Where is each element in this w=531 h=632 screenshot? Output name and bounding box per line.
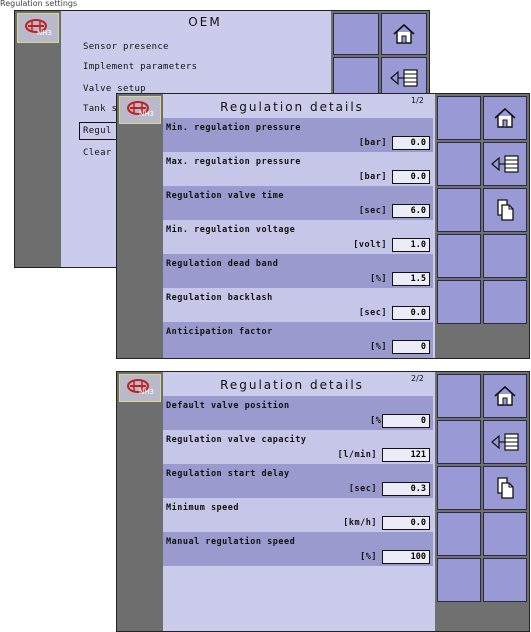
- value-field[interactable]: 100: [382, 550, 430, 564]
- menu-item-implement-parameters[interactable]: Implement parameters: [83, 62, 197, 72]
- page2-prev-page-button[interactable]: [483, 466, 527, 510]
- menu-item-sensor-presence[interactable]: Sensor presence: [83, 42, 169, 52]
- value-field[interactable]: 0.3: [382, 482, 430, 496]
- back-list-icon: [491, 433, 519, 451]
- home-icon: [494, 385, 516, 406]
- page1-back-button[interactable]: [483, 142, 527, 186]
- setting-row-regulation-start-delay[interactable]: Regulation start delay [sec] 0.3: [163, 464, 433, 498]
- page2-blank-button-7[interactable]: [483, 558, 527, 602]
- back-list-icon: [491, 155, 519, 173]
- logo-label: NH3: [139, 388, 154, 396]
- page1-left-bar: [117, 94, 163, 358]
- menu-item-tank[interactable]: Tank s: [83, 104, 117, 114]
- page1-blank-button-4[interactable]: [437, 234, 481, 278]
- page2-blank-button-1[interactable]: [437, 374, 481, 418]
- page1-blank-button-2[interactable]: [437, 142, 481, 186]
- oem-title: OEM: [188, 15, 222, 29]
- regulation-details-page-1: NH3 Regulation details 1/2 Min. regulati…: [116, 93, 530, 359]
- oem-blank-button-1[interactable]: [333, 13, 379, 55]
- value-field[interactable]: 0: [382, 414, 430, 428]
- oem-logo: NH3: [17, 13, 59, 43]
- value-field[interactable]: 1.5: [392, 272, 430, 286]
- page1-title: Regulation details: [220, 100, 364, 114]
- value-field[interactable]: 6.0: [392, 204, 430, 218]
- page1-logo: NH3: [119, 96, 161, 124]
- setting-row-regulation-backlash[interactable]: Regulation backlash [sec] 0.0: [163, 288, 433, 322]
- oem-left-bar: [15, 11, 61, 267]
- setting-row-anticipation-factor[interactable]: Anticipation factor [%] 0: [163, 322, 433, 358]
- page1-home-button[interactable]: [483, 96, 527, 140]
- page2-logo: NH3: [119, 374, 161, 402]
- value-field[interactable]: 0.0: [392, 136, 430, 150]
- page2-blank-button-6[interactable]: [437, 558, 481, 602]
- back-list-icon: [390, 69, 418, 87]
- setting-row-regulation-dead-band[interactable]: Regulation dead band [%] 1.5: [163, 254, 433, 288]
- page2-blank-button-4[interactable]: [437, 512, 481, 556]
- logo-label: NH3: [139, 110, 154, 118]
- value-field[interactable]: 0.0: [392, 306, 430, 320]
- home-icon: [393, 23, 415, 44]
- setting-row-max-regulation-pressure[interactable]: Max. regulation pressure [bar] 0.0: [163, 152, 433, 186]
- setting-row-minimum-speed[interactable]: Minimum speed [km/h] 0.0: [163, 498, 433, 532]
- value-field[interactable]: 0: [392, 340, 430, 354]
- setting-row-regulation-valve-time[interactable]: Regulation valve time [sec] 6.0: [163, 186, 433, 220]
- page1-page-number: 1/2: [411, 96, 424, 105]
- setting-row-min-regulation-voltage[interactable]: Min. regulation voltage [volt] 1.0: [163, 220, 433, 254]
- value-field[interactable]: 0.0: [392, 170, 430, 184]
- value-field[interactable]: 1.0: [392, 238, 430, 252]
- setting-row-min-regulation-pressure[interactable]: Min. regulation pressure [bar] 0.0: [163, 118, 433, 152]
- regulation-details-page-2: NH3 Regulation details 2/2 Default valve…: [116, 371, 530, 632]
- page1-blank-button-7[interactable]: [483, 280, 527, 324]
- menu-item-regulation-label: Regul: [83, 126, 112, 136]
- page1-blank-button-5[interactable]: [483, 234, 527, 278]
- oem-home-button[interactable]: [381, 13, 427, 55]
- page-copy-icon: [497, 477, 514, 499]
- setting-row-manual-regulation-speed[interactable]: Manual regulation speed [%] 100: [163, 532, 433, 566]
- page-copy-icon: [497, 199, 514, 221]
- logo-label: NH3: [37, 29, 52, 37]
- page1-blank-button-1[interactable]: [437, 96, 481, 140]
- page2-page-number: 2/2: [411, 374, 424, 383]
- value-field[interactable]: 0.0: [382, 516, 430, 530]
- page2-left-bar: [117, 372, 163, 631]
- home-icon: [494, 107, 516, 128]
- page2-title: Regulation details: [220, 378, 364, 392]
- page1-blank-button-3[interactable]: [437, 188, 481, 232]
- page2-blank-button-5[interactable]: [483, 512, 527, 556]
- page1-next-page-button[interactable]: [483, 188, 527, 232]
- page1-blank-button-6[interactable]: [437, 280, 481, 324]
- setting-row-default-valve-position[interactable]: Default valve position [%] 0: [163, 396, 433, 430]
- setting-row-regulation-valve-capacity[interactable]: Regulation valve capacity [l/min] 121: [163, 430, 433, 464]
- page2-back-button[interactable]: [483, 420, 527, 464]
- value-field[interactable]: 121: [382, 448, 430, 462]
- page2-home-button[interactable]: [483, 374, 527, 418]
- page2-blank-button-2[interactable]: [437, 420, 481, 464]
- page2-blank-button-3[interactable]: [437, 466, 481, 510]
- menu-item-clear[interactable]: Clear: [83, 148, 112, 158]
- header-fragment: Regulation settings: [0, 0, 78, 8]
